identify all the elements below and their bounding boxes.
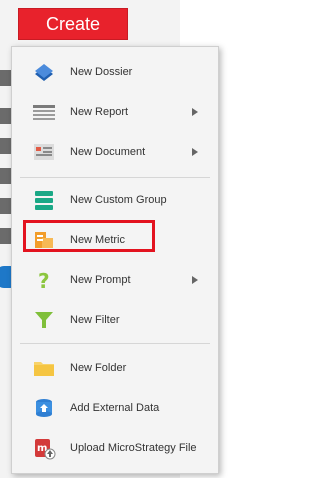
- menu-item-label: New Folder: [70, 362, 127, 374]
- submenu-arrow-icon: [192, 108, 198, 116]
- menu-item-label: New Metric: [70, 234, 126, 246]
- prompt-icon: ?: [38, 269, 50, 292]
- svg-text:?: ?: [38, 269, 50, 292]
- menu-item-new-filter[interactable]: New Filter: [12, 302, 218, 338]
- menu-item-new-report[interactable]: New Report: [12, 94, 218, 130]
- submenu-arrow-icon: [192, 276, 198, 284]
- menu-item-label: New Prompt: [70, 274, 131, 286]
- document-icon: [34, 144, 54, 160]
- report-icon: [33, 105, 55, 120]
- menu-item-new-dossier[interactable]: New Dossier: [12, 54, 218, 90]
- menu-item-upload-microstrategy-file[interactable]: m Upload MicroStrategy File: [12, 430, 218, 466]
- menu-item-new-prompt[interactable]: ? New Prompt: [12, 262, 218, 298]
- create-menu: New Dossier New Report New Document New: [11, 46, 219, 474]
- menu-item-new-document[interactable]: New Document: [12, 134, 218, 170]
- menu-item-new-custom-group[interactable]: New Custom Group: [12, 182, 218, 218]
- metric-icon: [35, 232, 53, 248]
- menu-item-new-metric[interactable]: New Metric: [12, 220, 218, 258]
- folder-icon: [34, 362, 54, 376]
- upload-file-icon: m: [35, 439, 56, 460]
- create-button[interactable]: Create: [18, 8, 128, 40]
- menu-item-label: Upload MicroStrategy File: [70, 442, 197, 454]
- dossier-icon: [35, 64, 53, 81]
- menu-item-label: New Document: [70, 146, 146, 158]
- custom-group-icon: [35, 191, 53, 210]
- submenu-arrow-icon: [192, 148, 198, 156]
- database-icon: [36, 399, 52, 417]
- filter-icon: [35, 312, 53, 328]
- menu-divider: [20, 343, 210, 344]
- menu-item-label: New Filter: [70, 314, 120, 326]
- menu-item-new-folder[interactable]: New Folder: [12, 350, 218, 386]
- menu-item-label: Add External Data: [70, 402, 160, 414]
- menu-item-label: New Dossier: [70, 66, 133, 78]
- menu-divider: [20, 177, 210, 178]
- menu-item-add-external-data[interactable]: Add External Data: [12, 390, 218, 426]
- menu-item-label: New Custom Group: [70, 194, 167, 206]
- menu-item-label: New Report: [70, 106, 129, 118]
